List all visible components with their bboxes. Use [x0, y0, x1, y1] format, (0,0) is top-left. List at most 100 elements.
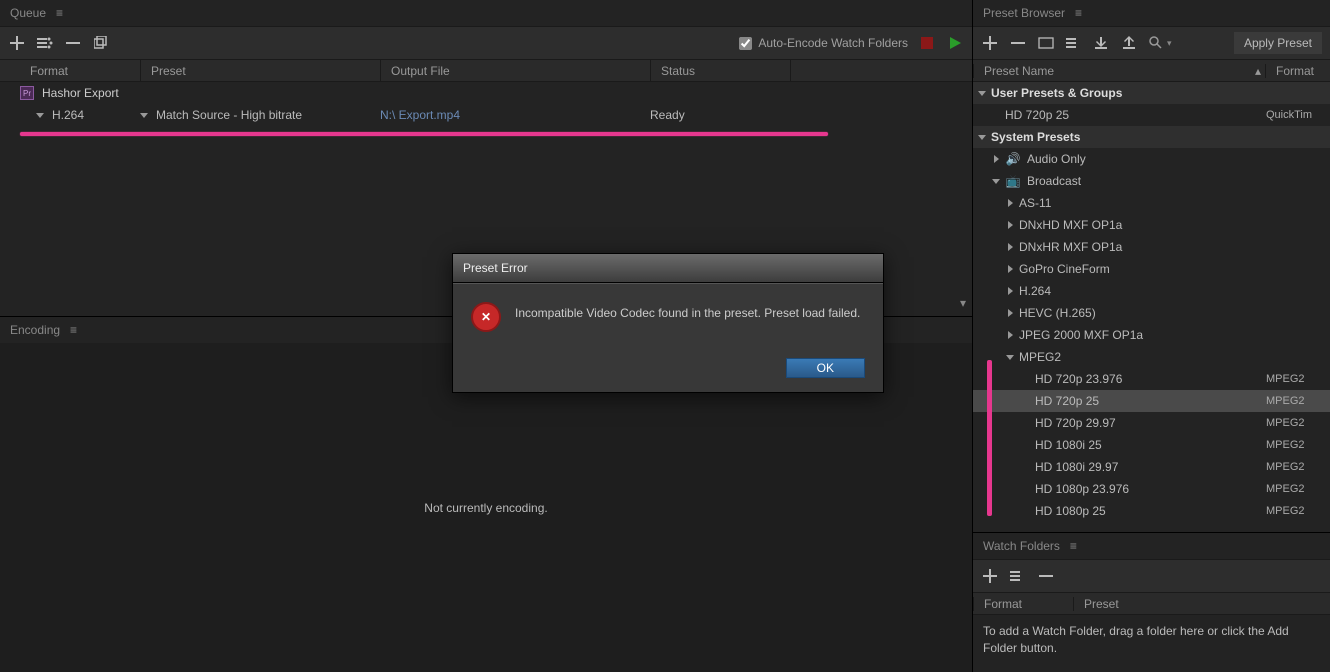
tree-label: HD 1080p 23.976 [1035, 482, 1266, 496]
expand-arrow-icon[interactable] [1005, 287, 1015, 295]
tree-row[interactable]: DNxHD MXF OP1a [973, 214, 1330, 236]
preset-tree[interactable]: User Presets & GroupsHD 720p 25QuickTim S… [973, 82, 1330, 532]
ok-button[interactable]: OK [786, 358, 865, 378]
expand-arrow-icon[interactable] [977, 135, 987, 140]
tree-format: QuickTim [1266, 109, 1326, 121]
dialog-title: Preset Error [463, 261, 528, 275]
watch-body[interactable]: To add a Watch Folder, drag a folder her… [973, 615, 1330, 672]
queue-group-row[interactable]: Pr Hashor Export [0, 82, 972, 104]
col-output[interactable]: Output File [380, 60, 650, 81]
export-preset-button[interactable] [1121, 34, 1139, 52]
output-link[interactable]: N:\ Export.mp4 [380, 108, 460, 122]
expand-arrow-icon[interactable] [977, 91, 987, 96]
preset-dropdown-icon[interactable] [140, 113, 148, 118]
watch-folders-header: Watch Folders ≡ [973, 533, 1330, 559]
add-preset-button[interactable] [981, 34, 999, 52]
sort-asc-icon[interactable]: ▴ [1245, 64, 1265, 78]
tree-label: HD 1080p 25 [1035, 504, 1266, 518]
dialog-message: Incompatible Video Codec found in the pr… [515, 302, 860, 320]
preset-browser-panel: Preset Browser ≡ ▾ Apply Preset Preset N… [973, 0, 1330, 532]
dialog-buttons: OK [453, 350, 883, 392]
tree-row[interactable]: HD 1080p 25MPEG2 [973, 500, 1330, 522]
tree-row[interactable]: GoPro CineForm [973, 258, 1330, 280]
remove-watch-folder-button[interactable] [1037, 567, 1055, 585]
tree-label: JPEG 2000 MXF OP1a [1019, 328, 1326, 342]
apply-preset-button[interactable]: Apply Preset [1234, 32, 1322, 54]
tree-row[interactable]: H.264 [973, 280, 1330, 302]
tree-label: DNxHR MXF OP1a [1019, 240, 1326, 254]
remove-button[interactable] [64, 34, 82, 52]
queue-toolbar: Auto-Encode Watch Folders [0, 26, 972, 60]
preset-browser-title: Preset Browser [983, 6, 1065, 20]
new-group-button[interactable] [1037, 34, 1055, 52]
settings-button[interactable] [36, 34, 54, 52]
expand-arrow-icon[interactable] [1005, 355, 1015, 360]
tree-row[interactable]: System Presets [973, 126, 1330, 148]
remove-preset-button[interactable] [1009, 34, 1027, 52]
tree-row[interactable]: DNxHR MXF OP1a [973, 236, 1330, 258]
expand-arrow-icon[interactable] [1005, 265, 1015, 273]
expand-arrow-icon[interactable] [1005, 221, 1015, 229]
col-status[interactable]: Status [650, 60, 790, 81]
auto-encode-input[interactable] [739, 37, 752, 50]
error-icon: ✕ [471, 302, 501, 332]
tv-icon: 📺 [1005, 174, 1021, 188]
expand-arrow-icon[interactable] [1005, 199, 1015, 207]
search-box[interactable]: ▾ [1149, 36, 1224, 50]
tree-label: HD 1080i 25 [1035, 438, 1266, 452]
tree-row[interactable]: User Presets & Groups [973, 82, 1330, 104]
queue-item-row[interactable]: H.264 Match Source - High bitrate N:\ Ex… [0, 104, 972, 126]
panel-menu-icon[interactable]: ≡ [70, 323, 77, 337]
import-preset-button[interactable] [1093, 34, 1111, 52]
tree-label: System Presets [991, 130, 1326, 144]
auto-encode-checkbox[interactable]: Auto-Encode Watch Folders [739, 36, 908, 50]
chevron-down-icon[interactable]: ▾ [960, 296, 966, 310]
tree-row[interactable]: MPEG2 [973, 346, 1330, 368]
panel-menu-icon[interactable]: ≡ [56, 6, 63, 20]
tree-row[interactable]: HEVC (H.265) [973, 302, 1330, 324]
start-queue-button[interactable] [946, 34, 964, 52]
expand-arrow-icon[interactable] [991, 155, 1001, 163]
tree-label: HD 720p 29.97 [1035, 416, 1266, 430]
tree-row[interactable]: HD 720p 29.97MPEG2 [973, 412, 1330, 434]
watch-column-headers: Format Preset [973, 593, 1330, 615]
stop-queue-button[interactable] [918, 34, 936, 52]
add-watch-folder-button[interactable] [981, 567, 999, 585]
tree-label: AS-11 [1019, 196, 1326, 210]
col-watch-format[interactable]: Format [973, 597, 1073, 611]
duplicate-button[interactable] [92, 34, 110, 52]
preset-settings-button[interactable] [1065, 34, 1083, 52]
expand-arrow-icon[interactable] [991, 179, 1001, 184]
add-source-button[interactable] [8, 34, 26, 52]
expand-arrow-icon[interactable] [1005, 331, 1015, 339]
panel-menu-icon[interactable]: ≡ [1070, 539, 1077, 553]
tree-label: HD 720p 23.976 [1035, 372, 1266, 386]
tree-row[interactable]: 📺Broadcast [973, 170, 1330, 192]
tree-row[interactable]: HD 1080p 23.976MPEG2 [973, 478, 1330, 500]
tree-row[interactable]: 🔊Audio Only [973, 148, 1330, 170]
col-watch-preset[interactable]: Preset [1073, 597, 1330, 611]
watch-settings-button[interactable] [1009, 567, 1027, 585]
col-format[interactable]: Format [0, 60, 140, 81]
tree-row[interactable]: HD 1080i 29.97MPEG2 [973, 456, 1330, 478]
watch-folders-title: Watch Folders [983, 539, 1060, 553]
expand-arrow-icon[interactable] [1005, 243, 1015, 251]
watch-hint-text: To add a Watch Folder, drag a folder her… [983, 624, 1289, 655]
format-dropdown-icon[interactable] [36, 113, 44, 118]
tree-label: H.264 [1019, 284, 1326, 298]
col-preset-name[interactable]: Preset Name [973, 64, 1245, 78]
tree-format: MPEG2 [1266, 483, 1326, 495]
tree-row[interactable]: HD 1080i 25MPEG2 [973, 434, 1330, 456]
premiere-badge-icon: Pr [20, 86, 34, 100]
expand-arrow-icon[interactable] [1005, 309, 1015, 317]
tree-row[interactable]: AS-11 [973, 192, 1330, 214]
dialog-titlebar[interactable]: Preset Error [453, 254, 883, 283]
tree-row[interactable]: HD 720p 23.976MPEG2 [973, 368, 1330, 390]
tree-row[interactable]: HD 720p 25QuickTim [973, 104, 1330, 126]
tree-row[interactable]: HD 720p 25MPEG2 [973, 390, 1330, 412]
col-preset-format[interactable]: Format [1265, 64, 1330, 78]
tree-format: MPEG2 [1266, 439, 1326, 451]
tree-row[interactable]: JPEG 2000 MXF OP1a [973, 324, 1330, 346]
col-preset[interactable]: Preset [140, 60, 380, 81]
panel-menu-icon[interactable]: ≡ [1075, 6, 1082, 20]
